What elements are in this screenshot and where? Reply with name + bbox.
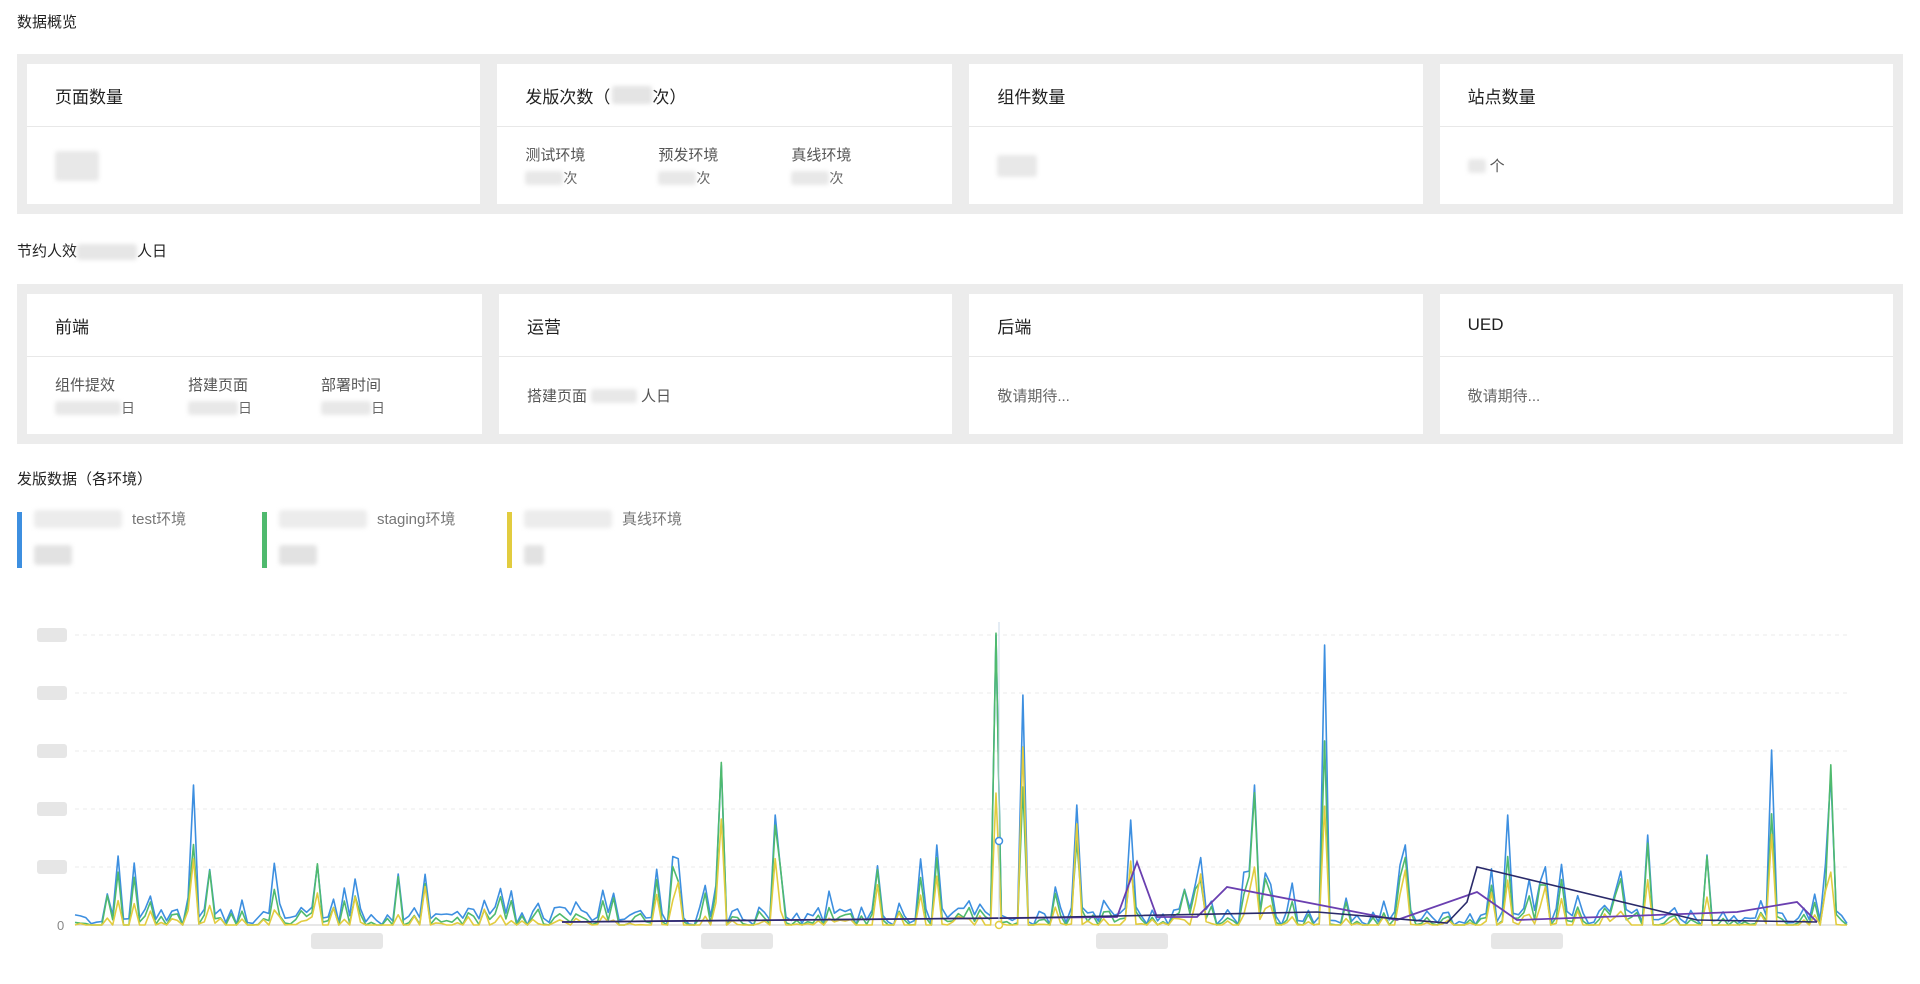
card-body xyxy=(27,127,480,204)
savings-title: 节约人效 人日 xyxy=(17,243,168,261)
series-line-other xyxy=(561,866,1818,924)
release-title: 发版数据（各环境） xyxy=(17,471,153,488)
y-tick-label: 0 xyxy=(57,918,64,933)
redacted-value xyxy=(55,150,99,181)
savings-panel: 前端 组件提效 日 搭建页面 日 部署时间 日 运营 搭建页面 人日 后端 敬请… xyxy=(17,284,1903,444)
metric-prod-env: 真线环境 次 xyxy=(791,146,852,186)
hover-point xyxy=(994,836,1004,846)
card-component-count: 组件数量 xyxy=(969,64,1423,204)
y-tick-label xyxy=(37,686,67,700)
card-title: 发版次数（ 次） xyxy=(497,64,953,127)
card-title: 运营 xyxy=(499,294,953,357)
card-operations: 运营 搭建页面 人日 xyxy=(499,294,953,434)
x-tick-label xyxy=(701,933,773,949)
card-title: 站点数量 xyxy=(1439,64,1893,127)
legend-staging-env[interactable]: staging环境 xyxy=(262,508,507,568)
metric-test-env: 测试环境 次 xyxy=(525,146,586,186)
x-tick-label xyxy=(311,933,383,949)
card-body: 测试环境 次 预发环境 次 真线环境 次 xyxy=(497,127,952,204)
card-body: 敬请期待... xyxy=(997,388,1070,405)
series-line-prod xyxy=(74,746,1847,926)
chart-legend: test环境 staging环境 真线环境 xyxy=(17,508,752,568)
y-tick-label xyxy=(37,628,67,642)
y-tick-label xyxy=(37,802,67,816)
y-tick-label xyxy=(37,860,67,874)
series-line-test xyxy=(74,634,1848,926)
card-title: UED xyxy=(1439,294,1893,357)
card-title: 前端 xyxy=(27,294,482,357)
card-body: 组件提效 日 搭建页面 日 部署时间 日 xyxy=(27,357,482,434)
card-page-count: 页面数量 xyxy=(27,64,481,204)
legend-prod-env[interactable]: 真线环境 xyxy=(507,508,752,568)
card-body: 敬请期待... xyxy=(1467,388,1541,405)
card-body xyxy=(969,127,1422,204)
redacted-value xyxy=(997,154,1038,177)
overview-panel: 页面数量 发版次数（ 次） 测试环境 次 预发环境 次 真线环境 次 组件数量 … xyxy=(17,54,1903,214)
metric-component-efficiency: 组件提效 日 xyxy=(55,376,135,416)
series-line-staging xyxy=(74,632,1848,926)
card-frontend: 前端 组件提效 日 搭建页面 日 部署时间 日 xyxy=(27,294,482,434)
hover-point xyxy=(994,920,1004,930)
card-title: 后端 xyxy=(969,294,1423,357)
redacted-value xyxy=(612,86,653,104)
metric-deploy-time: 部署时间 日 xyxy=(321,376,385,416)
card-ued: UED 敬请期待... xyxy=(1439,294,1893,434)
card-site-count: 站点数量 个 xyxy=(1439,64,1893,204)
overview-title: 数据概览 xyxy=(17,14,78,31)
x-tick-label xyxy=(1096,933,1168,949)
card-body: 个 xyxy=(1440,127,1893,204)
x-tick-label xyxy=(1491,933,1563,949)
card-title: 页面数量 xyxy=(27,64,481,127)
card-title: 组件数量 xyxy=(969,64,1423,127)
metric-staging-env: 预发环境 次 xyxy=(658,146,719,186)
card-backend: 后端 敬请期待... xyxy=(969,294,1423,434)
card-release-count: 发版次数（ 次） 测试环境 次 预发环境 次 真线环境 次 xyxy=(497,64,953,204)
metric-build-page: 搭建页面 日 xyxy=(188,376,252,416)
legend-test-env[interactable]: test环境 xyxy=(17,508,262,568)
y-tick-label xyxy=(37,744,67,758)
release-line-chart[interactable]: 0 xyxy=(17,612,1903,962)
card-body: 搭建页面 人日 xyxy=(527,388,672,405)
